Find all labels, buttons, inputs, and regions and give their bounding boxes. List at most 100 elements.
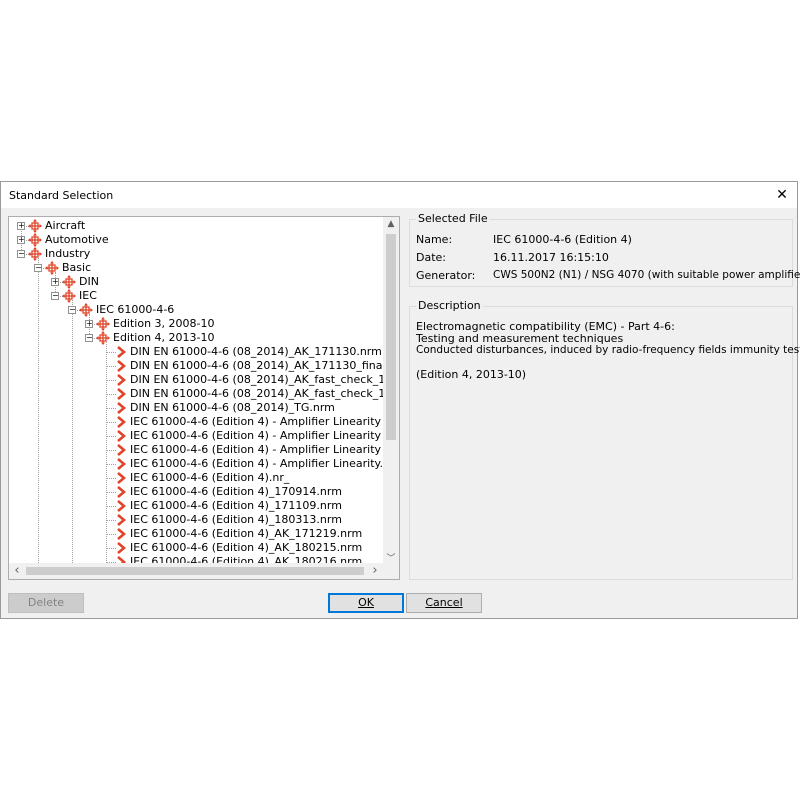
tree-file-item[interactable]: IEC 61000-4-6 (Edition 4)_171109.nrm: [9, 499, 383, 513]
tree-file-item[interactable]: IEC 61000-4-6 (Edition 4) - Amplifier Li…: [9, 457, 383, 471]
chevron-right-icon: [117, 374, 126, 386]
ok-label: OK: [358, 596, 374, 609]
chevron-right-icon: [117, 500, 126, 512]
tree-guide-line: [106, 394, 116, 395]
crosshair-node-icon: [79, 303, 93, 317]
collapse-icon[interactable]: −: [68, 306, 76, 314]
tree-guide-line: [106, 506, 116, 507]
chevron-right-icon: [117, 556, 126, 563]
crosshair-node-icon: [28, 247, 42, 261]
tree-folder-item[interactable]: + Automotive: [9, 233, 383, 247]
collapse-icon[interactable]: −: [51, 292, 59, 300]
tree-guide-line: [106, 366, 116, 367]
tree-guide-line: [106, 436, 116, 437]
collapse-icon[interactable]: −: [34, 264, 42, 272]
tree-folder-item[interactable]: − IEC 61000-4-6: [9, 303, 383, 317]
tree-folder-item[interactable]: − Basic: [9, 261, 383, 275]
tree-folder-item[interactable]: − Edition 4, 2013-10: [9, 331, 383, 345]
expand-icon[interactable]: +: [17, 222, 25, 230]
tree-folder-item[interactable]: + DIN: [9, 275, 383, 289]
tree-file-item[interactable]: IEC 61000-4-6 (Edition 4) - Amplifier Li…: [9, 443, 383, 457]
tree-item-label: IEC 61000-4-6 (Edition 4)_171109.nrm: [130, 499, 342, 512]
crosshair-node-icon: [28, 233, 42, 247]
tree-item-label: IEC 61000-4-6 (Edition 4) - Amplifier Li…: [130, 429, 383, 442]
scroll-left-icon[interactable]: ‹: [9, 563, 25, 579]
chevron-right-icon: [117, 528, 126, 540]
horizontal-scroll-thumb[interactable]: [26, 567, 364, 575]
crosshair-node-icon: [96, 331, 110, 345]
collapse-icon[interactable]: −: [17, 250, 25, 258]
tree-file-item[interactable]: IEC 61000-4-6 (Edition 4)_AK_180215.nrm: [9, 541, 383, 555]
ok-button[interactable]: OK: [328, 593, 404, 613]
chevron-right-icon: [117, 486, 126, 498]
chevron-right-icon: [117, 402, 126, 414]
vertical-scroll-thumb[interactable]: [386, 234, 396, 440]
description-title: Description: [416, 299, 483, 312]
expand-icon[interactable]: +: [51, 278, 59, 286]
crosshair-node-icon: [62, 275, 76, 289]
chevron-right-icon: [117, 430, 126, 442]
chevron-right-icon: [117, 444, 126, 456]
cancel-button[interactable]: Cancel: [406, 593, 482, 613]
close-button[interactable]: ✕: [767, 182, 797, 208]
tree-folder-item[interactable]: + Edition 3, 2008-10: [9, 317, 383, 331]
tree-item-label: IEC 61000-4-6 (Edition 4) - Amplifier Li…: [130, 415, 383, 428]
tree-file-item[interactable]: DIN EN 61000-4-6 (08_2014)_TG.nrm: [9, 401, 383, 415]
crosshair-node-icon: [62, 289, 76, 303]
tree-file-item[interactable]: IEC 61000-4-6 (Edition 4).nr_: [9, 471, 383, 485]
tree-item-label: IEC 61000-4-6 (Edition 4) - Amplifier Li…: [130, 443, 383, 456]
scroll-right-icon[interactable]: ›: [367, 563, 383, 579]
tree-horizontal-scrollbar[interactable]: ‹ ›: [9, 563, 383, 579]
scroll-up-icon[interactable]: ▲: [383, 219, 399, 229]
expand-icon[interactable]: +: [85, 320, 93, 328]
tree-item-label: Edition 4, 2013-10: [113, 331, 215, 344]
tree-file-item[interactable]: IEC 61000-4-6 (Edition 4)_AK_171219.nrm: [9, 527, 383, 541]
collapse-icon[interactable]: −: [85, 334, 93, 342]
tree-guide-line: [106, 380, 116, 381]
tree-file-item[interactable]: DIN EN 61000-4-6 (08_2014)_AK_171130_fin…: [9, 359, 383, 373]
tree-file-item[interactable]: DIN EN 61000-4-6 (08_2014)_AK_fast_check…: [9, 387, 383, 401]
tree-folder-item[interactable]: − Industry: [9, 247, 383, 261]
tree-file-item[interactable]: IEC 61000-4-6 (Edition 4)_AK_180216.nrm: [9, 555, 383, 563]
tree-item-label: Aircraft: [45, 219, 86, 232]
tree-guide-line: [106, 352, 116, 353]
tree-guide-line: [106, 520, 116, 521]
tree-file-item[interactable]: IEC 61000-4-6 (Edition 4) - Amplifier Li…: [9, 429, 383, 443]
scroll-corner: [383, 563, 399, 579]
cancel-label: Cancel: [425, 596, 463, 609]
delete-button[interactable]: Delete: [8, 593, 84, 613]
crosshair-node-icon: [96, 317, 110, 331]
tree-item-label: DIN EN 61000-4-6 (08_2014)_TG.nrm: [130, 401, 335, 414]
standard-selection-dialog: Standard Selection ✕ + Aircraft + Automotiv…: [0, 181, 800, 619]
generator-value: CWS 500N2 (N1) / NSG 4070 (with suitable…: [493, 269, 800, 281]
tree-item-label: IEC 61000-4-6: [96, 303, 175, 316]
date-value: 16.11.2017 16:15:10: [493, 251, 609, 264]
tree-vertical-scrollbar[interactable]: ▲ ﹀: [383, 217, 399, 564]
standard-tree[interactable]: + Aircraft + Automotive − Industry − Basic + DIN −…: [8, 216, 400, 580]
chevron-right-icon: [117, 472, 126, 484]
chevron-right-icon: [117, 542, 126, 554]
tree-file-item[interactable]: IEC 61000-4-6 (Edition 4) - Amplifier Li…: [9, 415, 383, 429]
tree-item-label: IEC 61000-4-6 (Edition 4)_AK_171219.nrm: [130, 527, 363, 540]
description-group: Description Electromagnetic compatibilit…: [409, 299, 800, 580]
tree-guide-line: [106, 408, 116, 409]
tree-item-label: DIN: [79, 275, 99, 288]
name-value: IEC 61000-4-6 (Edition 4): [493, 233, 632, 246]
generator-label: Generator:: [416, 269, 476, 282]
name-label: Name:: [416, 233, 453, 246]
chevron-right-icon: [117, 514, 126, 526]
tree-item-label: DIN EN 61000-4-6 (08_2014)_AK_fast_check…: [130, 373, 383, 386]
expand-icon[interactable]: +: [17, 236, 25, 244]
chevron-right-icon: [117, 388, 126, 400]
tree-guide-line: [106, 534, 116, 535]
tree-item-label: Industry: [45, 247, 91, 260]
tree-file-item[interactable]: IEC 61000-4-6 (Edition 4)_170914.nrm: [9, 485, 383, 499]
tree-file-item[interactable]: DIN EN 61000-4-6 (08_2014)_AK_171130.nrm: [9, 345, 383, 359]
tree-folder-item[interactable]: + Aircraft: [9, 219, 383, 233]
tree-item-label: Edition 3, 2008-10: [113, 317, 215, 330]
tree-guide-line: [106, 478, 116, 479]
tree-file-item[interactable]: DIN EN 61000-4-6 (08_2014)_AK_fast_check…: [9, 373, 383, 387]
tree-item-label: IEC: [79, 289, 97, 302]
tree-file-item[interactable]: IEC 61000-4-6 (Edition 4)_180313.nrm: [9, 513, 383, 527]
tree-folder-item[interactable]: − IEC: [9, 289, 383, 303]
